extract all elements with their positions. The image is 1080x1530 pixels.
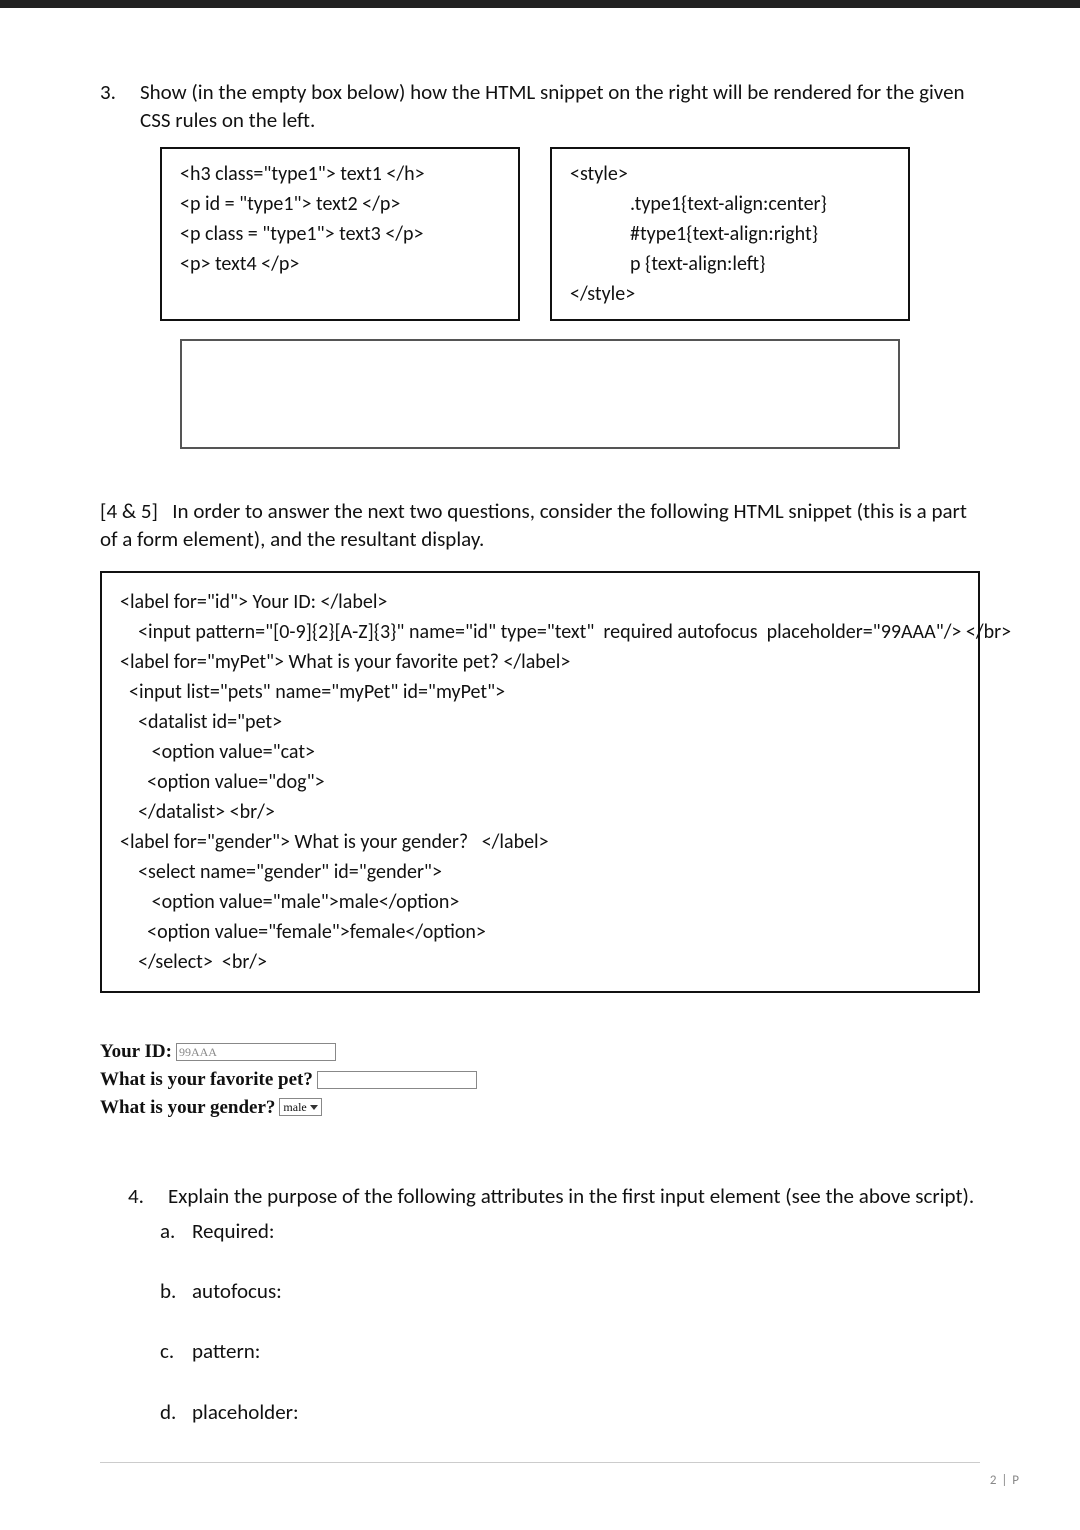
gender-select[interactable]: male [279, 1098, 321, 1116]
q4-item-b: b. autofocus: [160, 1277, 980, 1305]
sub-label: placeholder: [192, 1398, 299, 1426]
q3-css-snippet-box: <style> .type1{text-align:center} #type1… [550, 147, 910, 321]
q3-html-snippet-box: <h3 class="type1"> text1 </h> <p id = "t… [160, 147, 520, 321]
code-line: <p class = "type1"> text3 </p> [180, 219, 500, 249]
q4-item-d: d. placeholder: [160, 1398, 980, 1426]
code-line: <p id = "type1"> text2 </p> [180, 189, 500, 219]
pet-label: What is your favorite pet? [100, 1067, 313, 1093]
id-input[interactable]: 99AAA [176, 1043, 336, 1061]
form-row-id: Your ID: 99AAA [100, 1039, 980, 1065]
page-number: 2 | P [100, 1472, 1020, 1490]
sub-label: pattern: [192, 1337, 260, 1365]
code-line: <h3 class="type1"> text1 </h> [180, 159, 500, 189]
sub-label: Required: [192, 1217, 275, 1245]
sub-letter: d. [160, 1398, 192, 1426]
footer-divider [100, 1462, 980, 1472]
q3-code-boxes: <h3 class="type1"> text1 </h> <p id = "t… [160, 147, 980, 321]
question-4: 4. Explain the purpose of the following … [100, 1182, 980, 1426]
code-line: p {text-align:left} [570, 249, 890, 279]
sub-letter: b. [160, 1277, 192, 1305]
top-bar [0, 0, 1080, 8]
pet-input[interactable] [317, 1071, 477, 1089]
q4-subitems: a. Required: b. autofocus: c. pattern: d… [160, 1217, 980, 1426]
question-3: 3. Show (in the empty box below) how the… [100, 78, 980, 135]
sub-letter: c. [160, 1337, 192, 1365]
q4-item-c: c. pattern: [160, 1337, 980, 1365]
q4-prompt: Explain the purpose of the following att… [168, 1182, 980, 1210]
rendered-form-display: Your ID: 99AAA What is your favorite pet… [100, 1039, 980, 1120]
code-line: <p> text4 </p> [180, 249, 500, 279]
page-content: 3. Show (in the empty box below) how the… [0, 8, 1080, 1530]
code-line: </style> [570, 279, 890, 309]
id-label: Your ID: [100, 1039, 172, 1065]
question-4-5-intro: [4 & 5] In order to answer the next two … [100, 497, 980, 554]
q45-prompt: In order to answer the next two question… [100, 498, 967, 552]
q3-number: 3. [100, 78, 140, 106]
q4-number: 4. [128, 1182, 168, 1210]
form-row-pet: What is your favorite pet? [100, 1067, 980, 1093]
gender-label: What is your gender? [100, 1095, 275, 1121]
q3-answer-box [180, 339, 900, 449]
sub-label: autofocus: [192, 1277, 282, 1305]
code-line: .type1{text-align:center} [570, 189, 890, 219]
sub-letter: a. [160, 1217, 192, 1245]
q45-label: [4 & 5] [100, 498, 158, 524]
q4-item-a: a. Required: [160, 1217, 980, 1245]
code-line: #type1{text-align:right} [570, 219, 890, 249]
code-line: <style> [570, 159, 890, 189]
form-row-gender: What is your gender? male [100, 1095, 980, 1121]
q3-prompt: Show (in the empty box below) how the HT… [140, 78, 980, 135]
q45-code-snippet-box: <label for="id"> Your ID: </label> <inpu… [100, 571, 980, 993]
